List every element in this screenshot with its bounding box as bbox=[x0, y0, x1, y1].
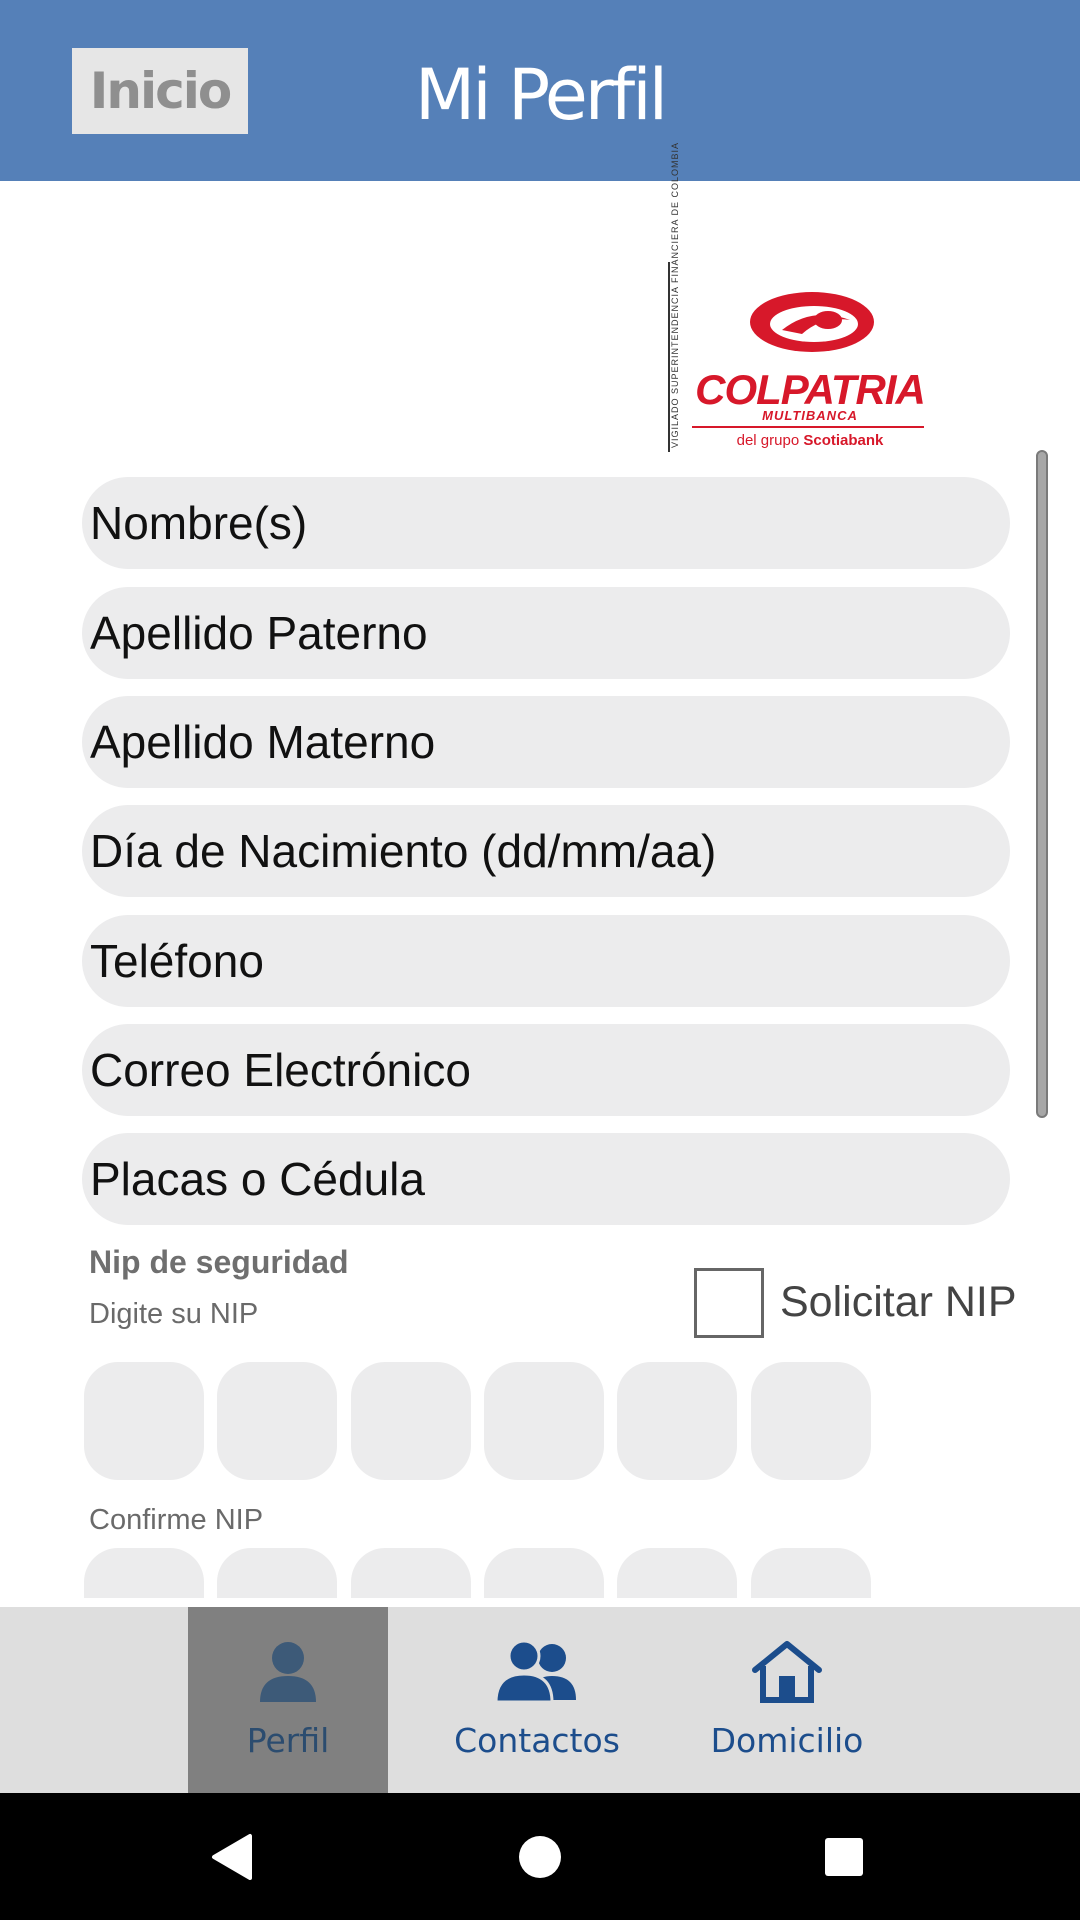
system-nav-bar bbox=[0, 1793, 1080, 1920]
confirm-nip-digit-input[interactable] bbox=[617, 1548, 737, 1598]
fecha-nacimiento-field[interactable]: Día de Nacimiento (dd/mm/aa) bbox=[82, 805, 1010, 897]
nav-label: Perfil bbox=[246, 1721, 330, 1760]
logo-group-prefix: del grupo bbox=[736, 432, 800, 449]
nip-digit-input[interactable] bbox=[84, 1362, 204, 1480]
nip-label: Digite su NIP bbox=[89, 1298, 259, 1330]
app-header: Inicio Mi Perfil bbox=[0, 0, 1080, 181]
apellido-paterno-field[interactable]: Apellido Paterno bbox=[82, 587, 1010, 679]
nip-digit-input[interactable] bbox=[217, 1362, 337, 1480]
inicio-button[interactable]: Inicio bbox=[72, 48, 248, 134]
confirm-nip-digit-input[interactable] bbox=[217, 1548, 337, 1598]
solicitar-nip-checkbox[interactable] bbox=[694, 1268, 764, 1338]
nip-digit-input[interactable] bbox=[484, 1362, 604, 1480]
person-icon bbox=[256, 1633, 320, 1709]
nip-digit-input[interactable] bbox=[751, 1362, 871, 1480]
nombre-field[interactable]: Nombre(s) bbox=[82, 477, 1010, 569]
apellido-materno-field[interactable]: Apellido Materno bbox=[82, 696, 1010, 788]
vigilado-text: VIGILADO SUPERINTENDENCIA FINANCIERA DE … bbox=[670, 141, 680, 448]
colpatria-logo: VIGILADO SUPERINTENDENCIA FINANCIERA DE … bbox=[662, 142, 932, 454]
logo-group: del grupo Scotiabank bbox=[690, 432, 930, 449]
back-icon[interactable] bbox=[210, 1793, 254, 1920]
nav-domicilio[interactable]: Domicilio bbox=[687, 1607, 887, 1793]
scrollbar[interactable] bbox=[1036, 450, 1048, 1118]
logo-group-brand: Scotiabank bbox=[803, 432, 884, 449]
nav-contactos[interactable]: Contactos bbox=[437, 1607, 637, 1793]
telefono-field[interactable]: Teléfono bbox=[82, 915, 1010, 1007]
confirm-nip-digit-input[interactable] bbox=[751, 1548, 871, 1598]
correo-field[interactable]: Correo Electrónico bbox=[82, 1024, 1010, 1116]
page-title: Mi Perfil bbox=[414, 54, 668, 136]
solicitar-nip-label[interactable]: Solicitar NIP bbox=[780, 1278, 1017, 1327]
logo-divider bbox=[692, 426, 924, 428]
logo-brand: COLPATRIA bbox=[695, 366, 926, 413]
nav-label: Domicilio bbox=[710, 1721, 864, 1760]
colpatria-swirl-icon bbox=[750, 292, 874, 352]
people-icon bbox=[494, 1633, 580, 1709]
confirm-nip-digit-input[interactable] bbox=[351, 1548, 471, 1598]
home-icon bbox=[749, 1633, 825, 1709]
nip-title: Nip de seguridad bbox=[89, 1244, 349, 1280]
recents-icon[interactable] bbox=[824, 1793, 864, 1920]
confirm-nip-row bbox=[0, 1540, 1080, 1598]
nip-digit-input[interactable] bbox=[617, 1362, 737, 1480]
confirm-nip-label: Confirme NIP bbox=[89, 1504, 264, 1536]
bottom-nav: Perfil Contactos Domicilio bbox=[0, 1607, 1080, 1793]
nip-digit-input[interactable] bbox=[351, 1362, 471, 1480]
placas-field[interactable]: Placas o Cédula bbox=[82, 1133, 1010, 1225]
logo-sub: MULTIBANCA bbox=[762, 408, 858, 423]
confirm-nip-digit-input[interactable] bbox=[484, 1548, 604, 1598]
nav-perfil[interactable]: Perfil bbox=[188, 1607, 388, 1793]
confirm-nip-digit-input[interactable] bbox=[84, 1548, 204, 1598]
home-circle-icon[interactable] bbox=[518, 1793, 562, 1920]
nav-label: Contactos bbox=[454, 1721, 620, 1760]
